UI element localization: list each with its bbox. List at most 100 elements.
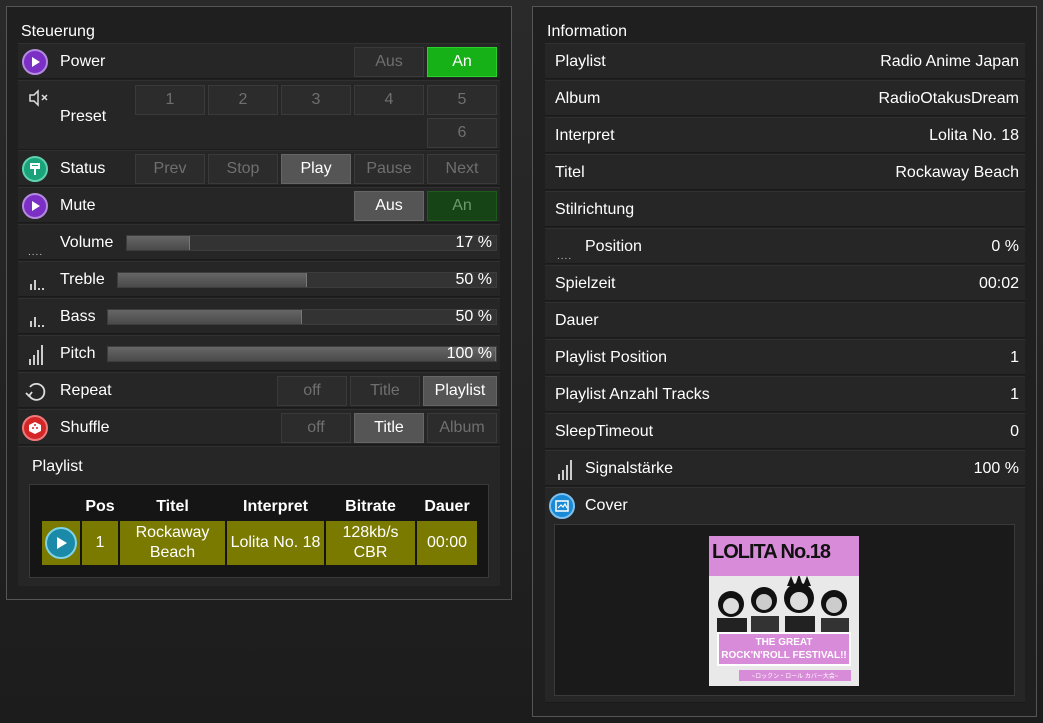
shuffle-row: Shuffle off Title Album (18, 409, 500, 445)
status-icon (22, 156, 48, 182)
volume-level-icon: .... (28, 247, 44, 258)
bass-slider[interactable] (107, 309, 497, 325)
preset-button-2[interactable]: 2 (208, 85, 278, 115)
volume-slider-fill (127, 236, 190, 250)
volume-row: .... Volume 17 % (18, 224, 500, 260)
info-row-dauer: Dauer (545, 302, 1025, 338)
preset-button-6[interactable]: 6 (427, 118, 497, 148)
mute-on-button[interactable]: An (427, 191, 497, 221)
pitch-slider[interactable] (107, 346, 497, 362)
position-level-icon: .... (557, 251, 573, 262)
info-value: 1 (1010, 386, 1019, 403)
repeat-icon (24, 379, 48, 408)
playlist-title: Playlist (32, 458, 83, 475)
repeat-title-button[interactable]: Title (350, 376, 420, 406)
treble-value: 50 % (455, 271, 492, 288)
signal-full-icon (28, 343, 46, 370)
power-on-button[interactable]: An (427, 47, 497, 77)
shuffle-dice-icon (22, 415, 48, 441)
info-label: Playlist (555, 53, 606, 70)
info-label: Playlist Anzahl Tracks (555, 386, 710, 403)
info-row-playlist-position: Playlist Position 1 (545, 339, 1025, 375)
preset-label: Preset (60, 108, 107, 125)
info-value: 100 % (973, 460, 1019, 477)
play-circle-icon (22, 193, 48, 219)
table-row[interactable]: 1 Rockaway Beach Lolita No. 18 128kb/s C… (40, 519, 479, 567)
power-label: Power (60, 53, 106, 70)
repeat-playlist-button[interactable]: Playlist (423, 376, 497, 406)
repeat-off-button[interactable]: off (277, 376, 347, 406)
power-row: Power Aus An (18, 43, 500, 79)
stop-button[interactable]: Stop (208, 154, 278, 184)
preset-button-1[interactable]: 1 (135, 85, 205, 115)
info-value: Lolita No. 18 (929, 127, 1019, 144)
mute-row: Mute Aus An (18, 187, 500, 223)
info-row-album: Album RadioOtakusDream (545, 80, 1025, 116)
playlist-table-frame: Pos Titel Interpret Bitrate Dauer 1 Rock… (29, 484, 489, 578)
pitch-value: 100 % (446, 345, 492, 362)
preset-button-5[interactable]: 5 (427, 85, 497, 115)
mute-label: Mute (60, 197, 96, 214)
play-circle-icon (22, 49, 48, 75)
cover-image-icon (549, 493, 575, 519)
pause-button[interactable]: Pause (354, 154, 424, 184)
info-row-spielzeit: Spielzeit 00:02 (545, 265, 1025, 301)
info-label: SleepTimeout (555, 423, 654, 440)
repeat-label: Repeat (60, 382, 112, 399)
playlist-header-row: Pos Titel Interpret Bitrate Dauer (41, 494, 478, 520)
cover-art-subtitle: ~ロックン・ロール カバー大会~ (739, 670, 851, 681)
control-panel-title: Steuerung (21, 23, 95, 40)
volume-label: Volume (60, 234, 114, 251)
play-circle-icon[interactable] (45, 527, 77, 559)
info-panel-title: Information (547, 23, 628, 40)
row-duration: 00:00 (415, 519, 479, 567)
shuffle-off-button[interactable]: off (281, 413, 351, 443)
playing-indicator-cell[interactable] (40, 519, 82, 567)
status-row: Status Prev Stop Play Pause Next (18, 150, 500, 186)
shuffle-album-button[interactable]: Album (427, 413, 497, 443)
preset-button-4[interactable]: 4 (354, 85, 424, 115)
play-button[interactable]: Play (281, 154, 351, 184)
prev-button[interactable]: Prev (135, 154, 205, 184)
info-row-interpret: Interpret Lolita No. 18 (545, 117, 1025, 153)
info-row-titel: Titel Rockaway Beach (545, 154, 1025, 190)
playlist-table: Pos Titel Interpret Bitrate Dauer 1 Rock… (40, 494, 479, 567)
bass-row: Bass 50 % (18, 298, 500, 334)
info-value: RadioOtakusDream (878, 90, 1020, 107)
treble-row: Treble 50 % (18, 261, 500, 297)
info-row-playlist: Playlist Radio Anime Japan (545, 43, 1025, 79)
cover-frame: LOLITA No.18 THE GREAT ROCK'N'ROLL FESTI… (554, 524, 1015, 696)
treble-slider-fill (118, 273, 307, 287)
info-value: 1 (1010, 349, 1019, 366)
info-label: Signalstärke (585, 460, 674, 477)
pitch-row: Pitch 100 % (18, 335, 500, 371)
bass-value: 50 % (455, 308, 492, 325)
cover-art-title: LOLITA No.18 (712, 541, 831, 563)
pitch-label: Pitch (60, 345, 96, 362)
cover-section: Cover LOLITA No.18 THE GREAT ROCK'N'ROLL… (545, 487, 1025, 703)
band-members-illustration (709, 576, 859, 638)
info-label: Position (585, 238, 642, 255)
shuffle-title-button[interactable]: Title (354, 413, 424, 443)
preset-button-3[interactable]: 3 (281, 85, 351, 115)
bass-label: Bass (60, 308, 96, 325)
info-label: Album (555, 90, 601, 107)
info-value: Radio Anime Japan (880, 53, 1019, 70)
treble-label: Treble (60, 271, 105, 288)
info-row-playlist-tracks: Playlist Anzahl Tracks 1 (545, 376, 1025, 412)
row-bitrate: 128kb/s CBR (324, 519, 417, 567)
signal-low-icon (28, 311, 46, 332)
power-off-button[interactable]: Aus (354, 47, 424, 77)
preset-row: Preset 1 2 3 4 5 6 (18, 80, 500, 150)
next-button[interactable]: Next (427, 154, 497, 184)
volume-slider[interactable] (126, 235, 497, 251)
info-value: 00:02 (978, 275, 1019, 292)
playlist-section: Playlist Pos Titel Interpret Bitrate Dau… (18, 446, 500, 586)
mute-off-button[interactable]: Aus (354, 191, 424, 221)
info-value: 0 % (991, 238, 1019, 255)
bass-slider-fill (108, 310, 302, 324)
treble-slider[interactable] (117, 272, 497, 288)
info-value: 0 (1010, 423, 1019, 440)
column-header-titel: Titel (156, 497, 189, 515)
column-header-bitrate: Bitrate (345, 497, 396, 515)
